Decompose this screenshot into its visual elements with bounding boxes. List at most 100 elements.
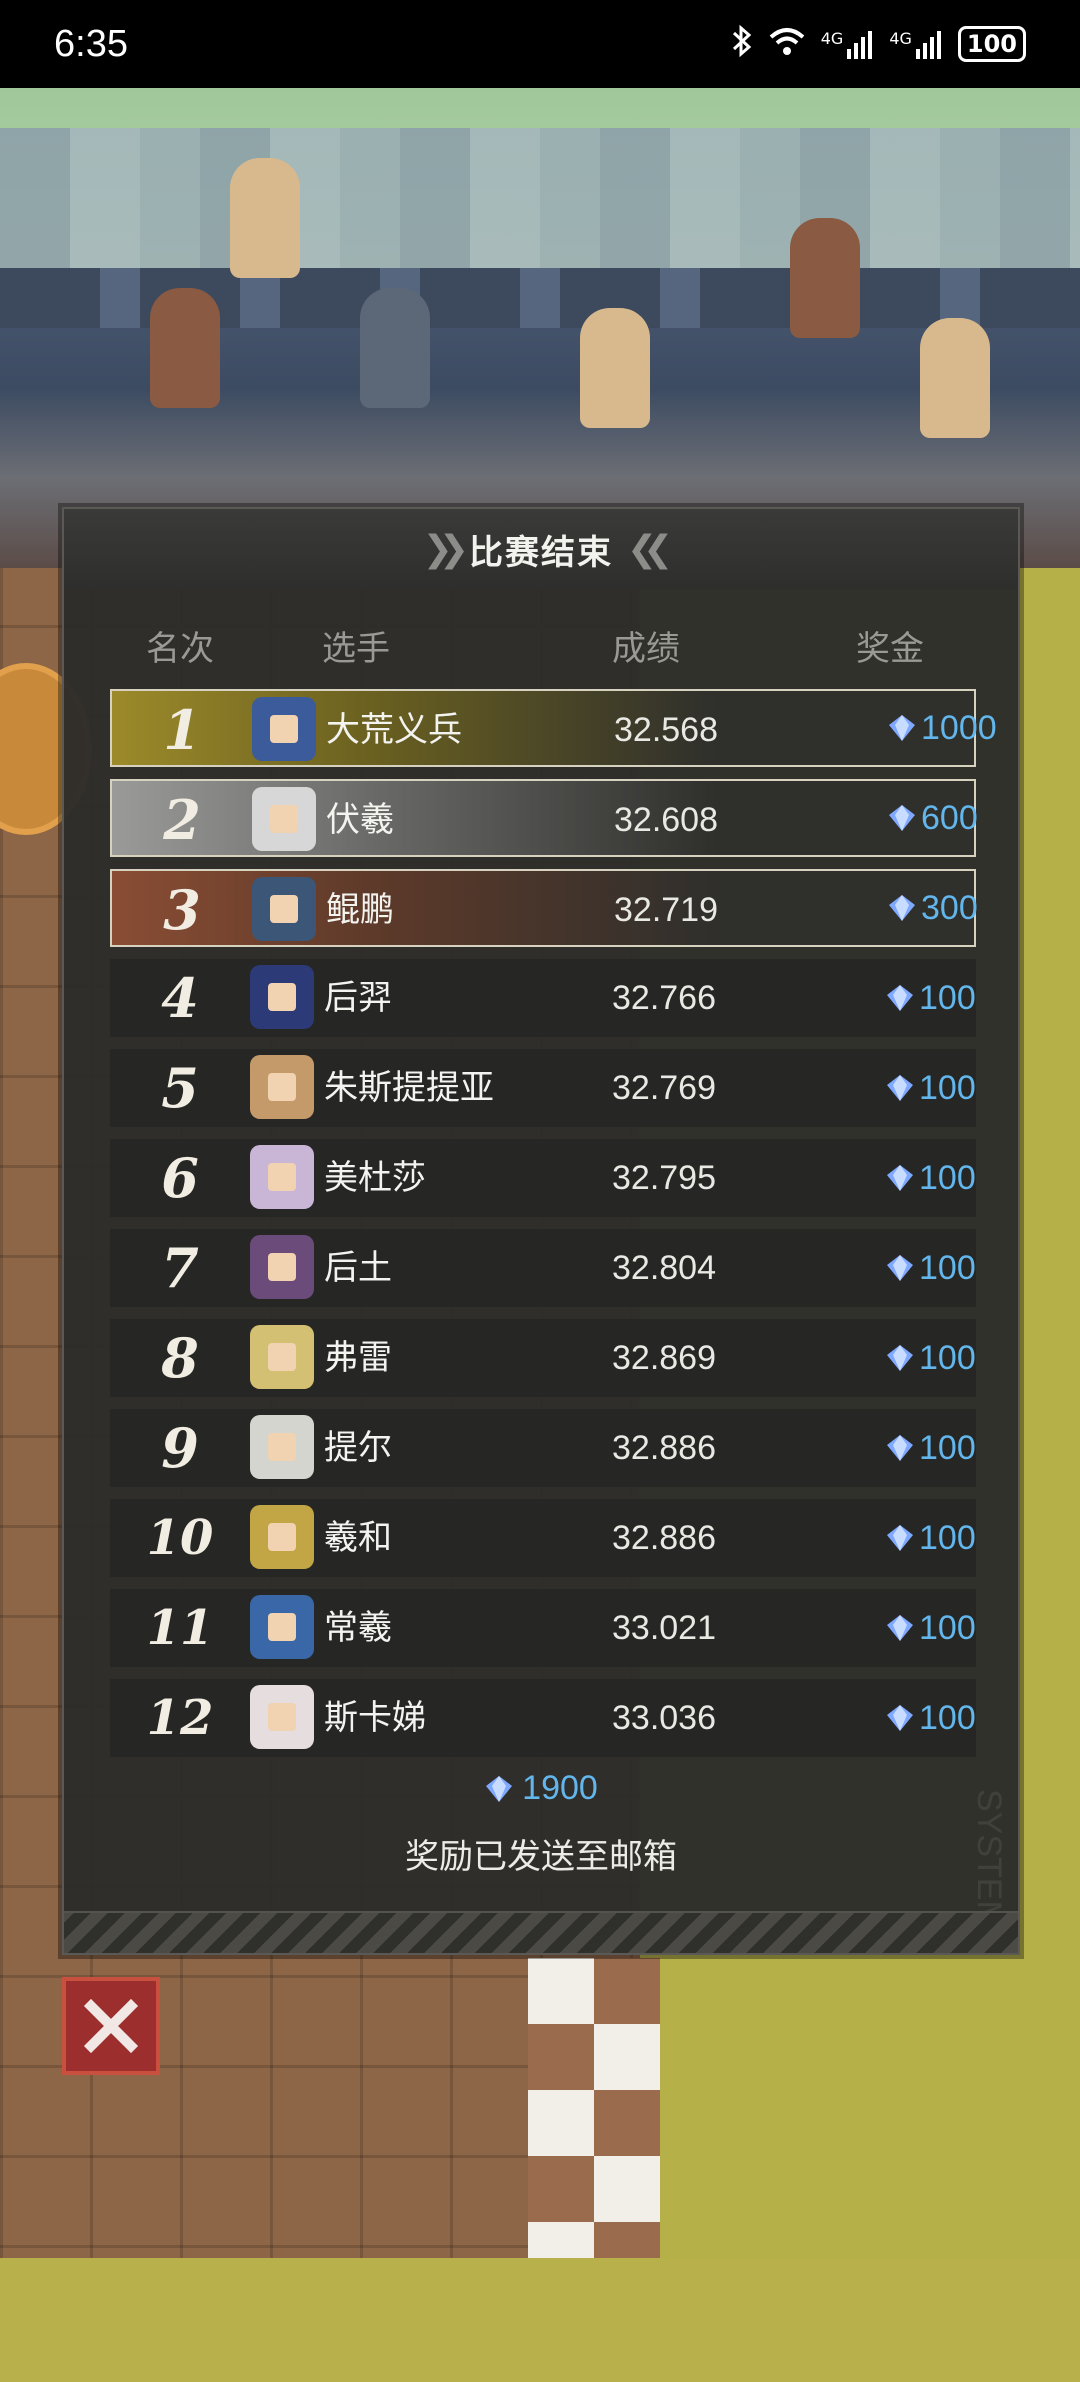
player-prize: 100 <box>885 1049 976 1127</box>
player-avatar <box>250 1595 314 1659</box>
player-score: 32.608 <box>614 801 718 839</box>
gem-icon <box>887 1435 913 1461</box>
result-row: 1 大荒义兵 32.568 1000 <box>110 689 997 767</box>
player-prize: 100 <box>885 1589 976 1667</box>
rank-number: 6 <box>161 1146 199 1210</box>
rank-number: 4 <box>161 966 199 1030</box>
spectator <box>230 158 300 278</box>
signal-icon-2: 4G <box>889 29 944 59</box>
gem-icon <box>887 1705 913 1731</box>
player-score: 32.795 <box>612 1159 716 1197</box>
player-prize: 100 <box>885 1499 976 1577</box>
rank-number: 1 <box>163 698 201 762</box>
column-rank: 名次 <box>146 629 214 669</box>
gem-icon <box>889 715 915 741</box>
prize-value: 1000 <box>921 708 997 747</box>
prize-value: 100 <box>919 1608 976 1647</box>
result-row: 12 斯卡娣 33.036 100 <box>110 1679 976 1757</box>
spectator <box>360 288 430 408</box>
table-header: 名次 选手 成绩 奖金 <box>64 621 1018 671</box>
player-score: 33.036 <box>612 1699 716 1737</box>
result-row: 9 提尔 32.886 100 <box>110 1409 976 1487</box>
signal-icon-1: 4G <box>821 29 876 59</box>
player-avatar <box>250 1055 314 1119</box>
race-results-dialog: ❯❯ 比赛结束 ❮❮ 名次 选手 成绩 奖金 1 大荒义兵 32.568 1000 2 伏… <box>62 507 1020 1955</box>
prize-value: 100 <box>919 1158 976 1197</box>
player-avatar <box>250 1145 314 1209</box>
column-score: 成绩 <box>612 629 680 669</box>
player-prize: 100 <box>885 1679 976 1757</box>
prize-value: 100 <box>919 1068 976 1107</box>
player-score: 32.886 <box>612 1429 716 1467</box>
rank-number: 12 <box>146 1690 214 1746</box>
status-icons: 4G 4G 100 <box>731 24 1026 64</box>
gem-icon <box>887 1165 913 1191</box>
gem-icon <box>889 895 915 921</box>
player-prize: 600 <box>887 781 978 855</box>
gem-icon <box>887 1615 913 1641</box>
prize-value: 100 <box>919 1428 976 1467</box>
player-score: 32.719 <box>614 891 718 929</box>
prize-value: 100 <box>919 978 976 1017</box>
result-row: 4 后羿 32.766 100 <box>110 959 976 1037</box>
chevron-right-icon: ❯❯ <box>422 528 469 570</box>
dialog-footer-stripe <box>64 1911 1018 1953</box>
result-row: 3 鲲鹏 32.719 300 <box>110 869 978 947</box>
player-score: 32.869 <box>612 1339 716 1377</box>
spectator <box>790 218 860 338</box>
prize-value: 300 <box>921 888 978 927</box>
gem-icon <box>486 1775 513 1802</box>
player-name: 后土 <box>324 1248 392 1288</box>
player-name: 斯卡娣 <box>324 1698 426 1738</box>
column-player: 选手 <box>322 629 390 669</box>
result-row: 8 弗雷 32.869 100 <box>110 1319 976 1397</box>
rank-number: 2 <box>163 788 201 852</box>
dialog-header: ❯❯ 比赛结束 ❮❮ <box>64 509 1018 589</box>
mail-notice: 奖励已发送至邮箱 <box>405 1837 677 1877</box>
status-bar: 6:35 4G 4G 100 <box>0 0 1080 88</box>
gem-icon <box>887 1255 913 1281</box>
player-avatar <box>252 787 316 851</box>
player-prize: 100 <box>885 1409 976 1487</box>
prize-value: 600 <box>921 798 978 837</box>
rank-number: 7 <box>161 1236 199 1300</box>
player-prize: 100 <box>885 1139 976 1217</box>
spectator <box>920 318 990 438</box>
gem-icon <box>887 1075 913 1101</box>
prize-value: 100 <box>919 1518 976 1557</box>
result-row: 6 美杜莎 32.795 100 <box>110 1139 976 1217</box>
player-name: 伏羲 <box>326 800 394 840</box>
player-prize: 100 <box>885 959 976 1037</box>
close-x-icon <box>83 1998 139 2054</box>
player-prize: 100 <box>885 1229 976 1307</box>
prize-value: 100 <box>919 1698 976 1737</box>
player-name: 美杜莎 <box>324 1158 426 1198</box>
spectator <box>580 308 650 428</box>
result-row: 10 羲和 32.886 100 <box>110 1499 976 1577</box>
prize-value: 100 <box>919 1338 976 1377</box>
player-avatar <box>250 1505 314 1569</box>
player-name: 弗雷 <box>324 1338 392 1378</box>
system-watermark: SYSTEM <box>970 1789 1008 1929</box>
player-prize: 1000 <box>887 691 997 765</box>
player-avatar <box>252 877 316 941</box>
player-prize: 100 <box>885 1319 976 1397</box>
rank-number: 3 <box>163 878 201 942</box>
result-row: 2 伏羲 32.608 600 <box>110 779 978 857</box>
column-prize: 奖金 <box>856 629 924 669</box>
player-score: 32.568 <box>614 711 718 749</box>
player-name: 羲和 <box>324 1518 392 1558</box>
player-prize: 300 <box>887 871 978 945</box>
player-name: 后羿 <box>324 978 392 1018</box>
result-row: 5 朱斯提提亚 32.769 100 <box>110 1049 976 1127</box>
rank-number: 5 <box>161 1056 199 1120</box>
close-button[interactable] <box>62 1977 160 2075</box>
total-prize: 1900 <box>64 1769 1018 1808</box>
player-name: 朱斯提提亚 <box>324 1068 494 1108</box>
player-avatar <box>250 1325 314 1389</box>
player-name: 提尔 <box>324 1428 392 1468</box>
gem-icon <box>887 1525 913 1551</box>
player-avatar <box>250 965 314 1029</box>
network-label-2: 4G <box>889 29 912 48</box>
player-score: 33.021 <box>612 1609 716 1647</box>
